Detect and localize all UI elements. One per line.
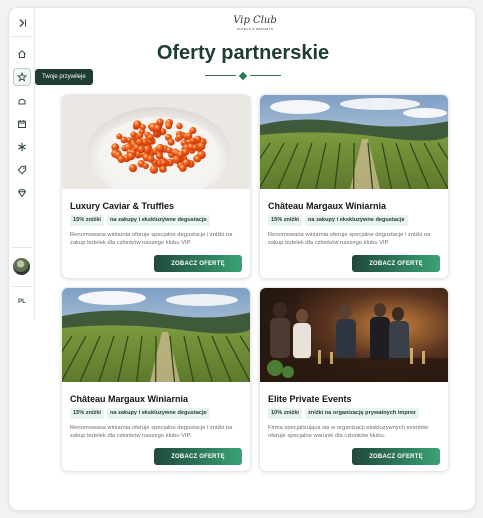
sidebar-divider: [12, 286, 32, 287]
scope-badge: na zakupy i ekskluzywne degustacje: [106, 408, 210, 419]
logo-tagline: HOTELS & RESORTS: [236, 27, 274, 31]
sidebar-item-calendar[interactable]: [13, 115, 31, 133]
scope-badge: na zakupy i ekskluzywne degustacje: [106, 215, 210, 226]
view-offer-button[interactable]: ZOBACZ OFERTĘ: [154, 448, 242, 465]
discount-badge: 15% zniżki: [70, 408, 104, 419]
offer-badges: 10% zniżki zniżki na organizację prywatn…: [268, 408, 419, 419]
offer-image-caviar: [62, 95, 250, 189]
view-offer-button[interactable]: ZOBACZ OFERTĘ: [352, 255, 440, 272]
app-window: PL Twoje przywileje Vip Club HOTELS & RE…: [8, 7, 476, 511]
view-offer-button[interactable]: ZOBACZ OFERTĘ: [352, 448, 440, 465]
discount-badge: 15% zniżki: [70, 215, 104, 226]
sidebar-item-offers[interactable]: [13, 161, 31, 179]
tag-icon: [17, 165, 27, 175]
sidebar-divider: [12, 36, 32, 37]
offer-description: Renomowana winiarnia oferuje specjalne d…: [70, 232, 233, 246]
discount-badge: 10% zniżki: [268, 408, 302, 419]
offer-title: Elite Private Events: [268, 394, 352, 404]
calendar-icon: [18, 120, 26, 129]
logo[interactable]: Vip Club HOTELS & RESORTS: [230, 15, 280, 31]
offer-badges: 15% zniżki na zakupy i ekskluzywne degus…: [268, 215, 408, 226]
language-switcher[interactable]: PL: [9, 299, 35, 305]
scope-badge: zniżki na organizację prywatnych imprez: [304, 408, 419, 419]
star-icon: [17, 72, 27, 82]
sidebar-tooltip: Twoje przywileje: [35, 69, 93, 85]
sidebar-item-privileges[interactable]: [13, 68, 31, 86]
avatar[interactable]: [13, 258, 30, 275]
diamond-icon: [17, 189, 27, 198]
scope-badge: na zakupy i ekskluzywne degustacje: [304, 215, 408, 226]
sidebar-item-hotels[interactable]: [13, 92, 31, 110]
logo-name: Vip Club: [233, 15, 277, 26]
offer-description: Firma specjalizująca się w organizacji e…: [268, 425, 429, 439]
offer-title: Luxury Caviar & Truffles: [70, 201, 175, 211]
offer-image-vineyard: [62, 288, 250, 382]
offer-image-vineyard: [260, 95, 448, 189]
chevron-right-icon: [19, 19, 26, 27]
offer-title: Château Margaux Winiarnia: [268, 201, 386, 211]
page-title: Oferty partnerskie: [156, 42, 330, 64]
offer-card: Elite Private Events 10% zniżki zniżki n…: [259, 287, 449, 472]
view-offer-button[interactable]: ZOBACZ OFERTĘ: [154, 255, 242, 272]
offer-card: Château Margaux Winiarnia 15% zniżki na …: [61, 287, 251, 472]
sidebar-item-vip[interactable]: [13, 184, 31, 202]
sidebar-item-spa[interactable]: [13, 138, 31, 156]
spa-icon: [18, 142, 26, 152]
offer-badges: 15% zniżki na zakupy i ekskluzywne degus…: [70, 408, 210, 419]
discount-badge: 15% zniżki: [268, 215, 302, 226]
hotel-icon: [18, 98, 26, 105]
collapse-sidebar-button[interactable]: [13, 14, 31, 32]
offer-card: Château Margaux Winiarnia 15% zniżki na …: [259, 94, 449, 279]
sidebar-divider: [12, 247, 32, 248]
title-ornament: [205, 71, 281, 81]
offer-card: Luxury Caviar & Truffles 15% zniżki na z…: [61, 94, 251, 279]
offer-image-party: [260, 288, 448, 382]
offer-title: Château Margaux Winiarnia: [70, 394, 188, 404]
offer-badges: 15% zniżki na zakupy i ekskluzywne degus…: [70, 215, 210, 226]
offer-description: Renomowana winiarnia oferuje specjalne d…: [70, 425, 233, 439]
offers-grid: Luxury Caviar & Truffles 15% zniżki na z…: [61, 94, 449, 472]
offer-description: Renomowana winiarnia oferuje specjalne d…: [268, 232, 431, 246]
